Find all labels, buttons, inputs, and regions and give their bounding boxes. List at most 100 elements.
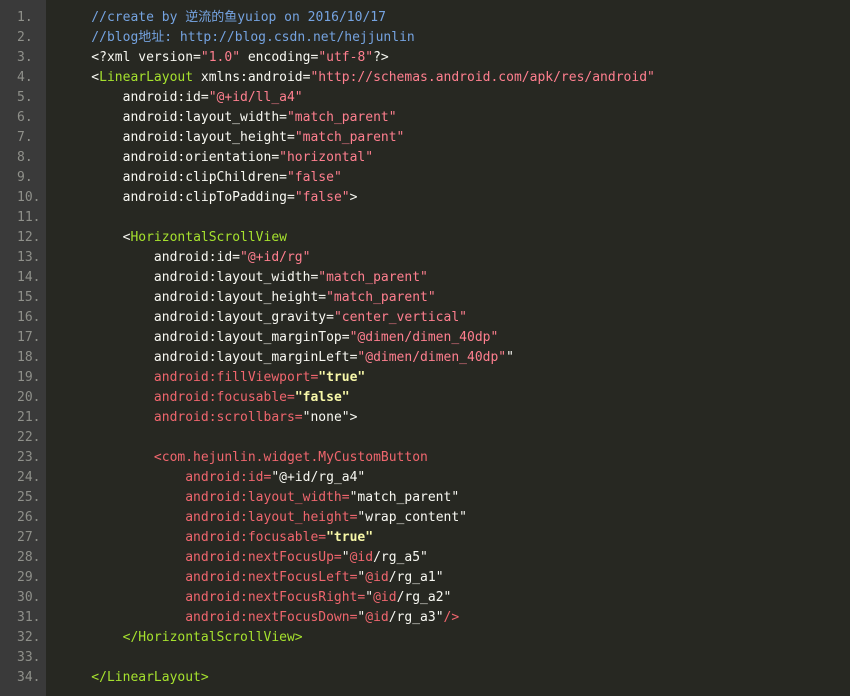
code-token: @id	[349, 550, 374, 565]
code-token: android:layout_height=	[60, 290, 327, 305]
line-number: 34.	[17, 670, 41, 685]
code-token: xmlns:android=	[193, 70, 311, 85]
code-token: android:id=	[60, 90, 209, 105]
code-line: android:id="@+id/ll_a4"	[46, 88, 850, 108]
code-line: android:nextFocusUp="@id/rg_a5"	[46, 548, 850, 568]
code-line: android:clipToPadding="false">	[46, 188, 850, 208]
code-token: <?xml version=	[60, 50, 201, 65]
line-number: 3.	[17, 50, 33, 65]
code-token: "utf-8"	[318, 50, 374, 65]
code-token: //blog地址: http://blog.csdn.net/hejjunlin	[60, 30, 415, 45]
line-number: 1.	[17, 10, 33, 25]
code-token: android:nextFocusLeft=	[60, 570, 358, 585]
code-token: android:focusable=	[60, 390, 295, 405]
code-token: //create by 逆流的鱼yuiop on 2016/10/17	[60, 10, 386, 25]
code-line: android:focusable="true"	[46, 528, 850, 548]
code-token: android:clipChildren=	[60, 170, 287, 185]
line-number: 17.	[17, 330, 41, 345]
code-token: android:focusable=	[60, 530, 327, 545]
code-token: /rg_a3"	[388, 610, 444, 625]
code-line: android:layout_width="match_parent"	[46, 108, 850, 128]
code-line: android:layout_width="match_parent"	[46, 488, 850, 508]
code-line: <?xml version="1.0" encoding="utf-8"?>	[46, 48, 850, 68]
code-token: "false"	[286, 170, 342, 185]
line-number: 32.	[17, 630, 41, 645]
code-token: "http://schemas.android.com/apk/res/andr…	[310, 70, 655, 85]
code-token: android:fillViewport=	[60, 370, 319, 385]
code-token: "1.0"	[200, 50, 241, 65]
line-number: 10.	[17, 190, 41, 205]
line-number: 31.	[17, 610, 41, 625]
line-number: 29.	[17, 570, 41, 585]
line-number: 19.	[17, 370, 41, 385]
code-token: "match_parent"	[349, 490, 460, 505]
line-number: 8.	[17, 150, 33, 165]
line-number: 33.	[17, 650, 41, 665]
code-token: LinearLayout	[99, 70, 194, 85]
code-token: encoding=	[240, 50, 319, 65]
line-number: 26.	[17, 510, 41, 525]
code-token: <com.hejunlin.widget.MyCustomButton	[60, 450, 428, 465]
line-number: 13.	[17, 250, 41, 265]
code-line: //blog地址: http://blog.csdn.net/hejjunlin	[46, 28, 850, 48]
line-number: 5.	[17, 90, 33, 105]
code-token: "match_parent"	[286, 110, 397, 125]
line-number: 28.	[17, 550, 41, 565]
code-token: android:layout_height=	[60, 510, 358, 525]
code-token: HorizontalScrollView	[130, 230, 287, 245]
line-number: 16.	[17, 310, 41, 325]
line-number: 27.	[17, 530, 41, 545]
line-number: 7.	[17, 130, 33, 145]
code-line: android:orientation="horizontal"	[46, 148, 850, 168]
line-number: 15.	[17, 290, 41, 305]
code-token: android:layout_gravity=	[60, 310, 334, 325]
code-token: android:id=	[60, 470, 272, 485]
code-token: >	[349, 190, 358, 205]
code-token: @id	[373, 590, 397, 605]
code-token: "match_parent"	[294, 130, 405, 145]
line-number: 23.	[17, 450, 41, 465]
code-token: /rg_a2"	[396, 590, 452, 605]
code-line: </HorizontalScrollView>	[46, 628, 850, 648]
code-token: android:orientation=	[60, 150, 280, 165]
code-token: android:scrollbars=	[60, 410, 303, 425]
code-line: <LinearLayout xmlns:android="http://sche…	[46, 68, 850, 88]
code-line: android:clipChildren="false"	[46, 168, 850, 188]
code-token: "@+id/rg_a4"	[271, 470, 366, 485]
code-line: android:layout_height="wrap_content"	[46, 508, 850, 528]
line-number: 9.	[17, 170, 33, 185]
code-line: android:focusable="false"	[46, 388, 850, 408]
line-number: 18.	[17, 350, 41, 365]
code-token: "@+id/rg"	[240, 250, 311, 265]
code-line: android:nextFocusRight="@id/rg_a2"	[46, 588, 850, 608]
line-number: 21.	[17, 410, 41, 425]
code-token: android:nextFocusUp=	[60, 550, 342, 565]
code-token: "true"	[318, 370, 366, 385]
line-number: 14.	[17, 270, 41, 285]
code-line: android:layout_height="match_parent"	[46, 288, 850, 308]
code-token: "none">	[302, 410, 358, 425]
code-line: <HorizontalScrollView	[46, 228, 850, 248]
code-token: @id	[365, 570, 389, 585]
line-number: 30.	[17, 590, 41, 605]
code-line: android:layout_marginLeft="@dimen/dimen_…	[46, 348, 850, 368]
line-number: 20.	[17, 390, 41, 405]
code-line: android:id="@+id/rg"	[46, 248, 850, 268]
code-token: android:id=	[60, 250, 241, 265]
code-token: "@+id/ll_a4"	[208, 90, 303, 105]
code-token: android:nextFocusDown=	[60, 610, 358, 625]
code-area[interactable]: //create by 逆流的鱼yuiop on 2016/10/17 //bl…	[46, 0, 850, 696]
code-token: @id	[365, 610, 389, 625]
code-line: android:nextFocusDown="@id/rg_a3"/>	[46, 608, 850, 628]
code-token: "match_parent"	[326, 290, 436, 305]
code-token: "true"	[326, 530, 374, 545]
line-number: 12.	[17, 230, 41, 245]
code-token: android:layout_marginTop=	[60, 330, 350, 345]
code-token: </HorizontalScrollView>	[60, 630, 303, 645]
code-token: "	[365, 590, 374, 605]
code-line: android:fillViewport="true"	[46, 368, 850, 388]
code-token: "match_parent"	[318, 270, 428, 285]
code-token: android:layout_height=	[60, 130, 295, 145]
code-token: />	[443, 610, 460, 625]
